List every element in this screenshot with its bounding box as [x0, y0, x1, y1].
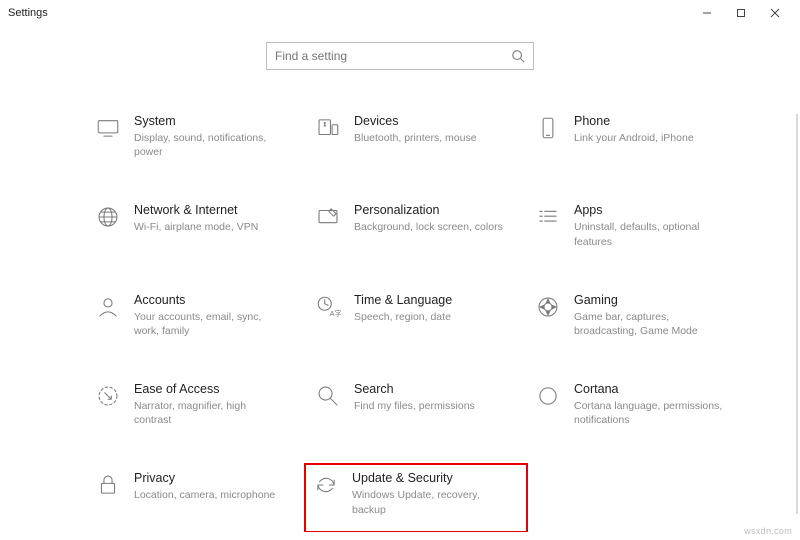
cortana-icon	[534, 382, 562, 410]
category-ease-of-access[interactable]: Ease of Access Narrator, magnifier, high …	[88, 378, 304, 431]
category-desc: Wi-Fi, airplane mode, VPN	[134, 220, 258, 234]
category-personalization[interactable]: Personalization Background, lock screen, …	[308, 199, 524, 252]
search-box[interactable]	[266, 42, 534, 70]
category-apps[interactable]: Apps Uninstall, defaults, optional featur…	[528, 199, 744, 252]
maximize-button[interactable]	[724, 2, 758, 24]
titlebar: Settings	[0, 0, 800, 26]
accounts-icon	[94, 293, 122, 321]
category-desc: Find my files, permissions	[354, 399, 475, 413]
category-label: Gaming	[574, 293, 724, 308]
category-desc: Narrator, magnifier, high contrast	[134, 399, 284, 427]
category-desc: Display, sound, notifications, power	[134, 131, 284, 159]
apps-icon	[534, 203, 562, 231]
time-language-icon: A字	[314, 293, 342, 321]
category-label: Time & Language	[354, 293, 452, 308]
category-label: Accounts	[134, 293, 284, 308]
category-cortana[interactable]: Cortana Cortana language, permissions, no…	[528, 378, 744, 431]
category-devices[interactable]: Devices Bluetooth, printers, mouse	[308, 110, 524, 163]
window-title: Settings	[8, 7, 48, 19]
category-label: Search	[354, 382, 475, 397]
category-search[interactable]: Search Find my files, permissions	[308, 378, 524, 431]
category-update-security[interactable]: Update & Security Windows Update, recover…	[304, 463, 528, 532]
minimize-button[interactable]	[690, 2, 724, 24]
svg-text:A字: A字	[330, 309, 341, 318]
ease-of-access-icon	[94, 382, 122, 410]
category-label: Devices	[354, 114, 477, 129]
lock-icon	[94, 471, 122, 499]
category-accounts[interactable]: Accounts Your accounts, email, sync, work…	[88, 289, 304, 342]
category-time-language[interactable]: A字 Time & Language Speech, region, date	[308, 289, 524, 342]
category-desc: Background, lock screen, colors	[354, 220, 503, 234]
close-button[interactable]	[758, 2, 792, 24]
magnifier-icon	[314, 382, 342, 410]
category-label: System	[134, 114, 284, 129]
categories-grid: System Display, sound, notifications, pow…	[88, 110, 788, 529]
personalization-icon	[314, 203, 342, 231]
category-desc: Link your Android, iPhone	[574, 131, 694, 145]
category-desc: Uninstall, defaults, optional features	[574, 220, 724, 248]
scrollbar[interactable]	[796, 114, 798, 514]
category-desc: Speech, region, date	[354, 310, 452, 324]
categories-grid-wrap: System Display, sound, notifications, pow…	[88, 110, 788, 532]
globe-icon	[94, 203, 122, 231]
category-label: Apps	[574, 203, 724, 218]
category-desc: Bluetooth, printers, mouse	[354, 131, 477, 145]
category-desc: Location, camera, microphone	[134, 488, 275, 502]
watermark: wsxdn.com	[744, 526, 792, 536]
category-desc: Game bar, captures, broadcasting, Game M…	[574, 310, 724, 338]
category-network[interactable]: Network & Internet Wi-Fi, airplane mode, …	[88, 199, 304, 252]
phone-icon	[534, 114, 562, 142]
system-icon	[94, 114, 122, 142]
category-label: Network & Internet	[134, 203, 258, 218]
category-desc: Cortana language, permissions, notificat…	[574, 399, 724, 427]
search-wrap	[0, 42, 800, 70]
category-label: Update & Security	[352, 471, 502, 486]
category-gaming[interactable]: Gaming Game bar, captures, broadcasting, …	[528, 289, 744, 342]
search-icon	[511, 49, 525, 63]
category-label: Personalization	[354, 203, 503, 218]
search-input[interactable]	[275, 49, 511, 63]
category-label: Cortana	[574, 382, 724, 397]
category-system[interactable]: System Display, sound, notifications, pow…	[88, 110, 304, 163]
category-desc: Windows Update, recovery, backup	[352, 488, 502, 516]
category-desc: Your accounts, email, sync, work, family	[134, 310, 284, 338]
category-phone[interactable]: Phone Link your Android, iPhone	[528, 110, 744, 163]
category-label: Phone	[574, 114, 694, 129]
update-icon	[312, 471, 340, 499]
gaming-icon	[534, 293, 562, 321]
category-privacy[interactable]: Privacy Location, camera, microphone	[88, 467, 304, 528]
category-label: Ease of Access	[134, 382, 284, 397]
category-label: Privacy	[134, 471, 275, 486]
devices-icon	[314, 114, 342, 142]
window-controls	[690, 2, 792, 24]
